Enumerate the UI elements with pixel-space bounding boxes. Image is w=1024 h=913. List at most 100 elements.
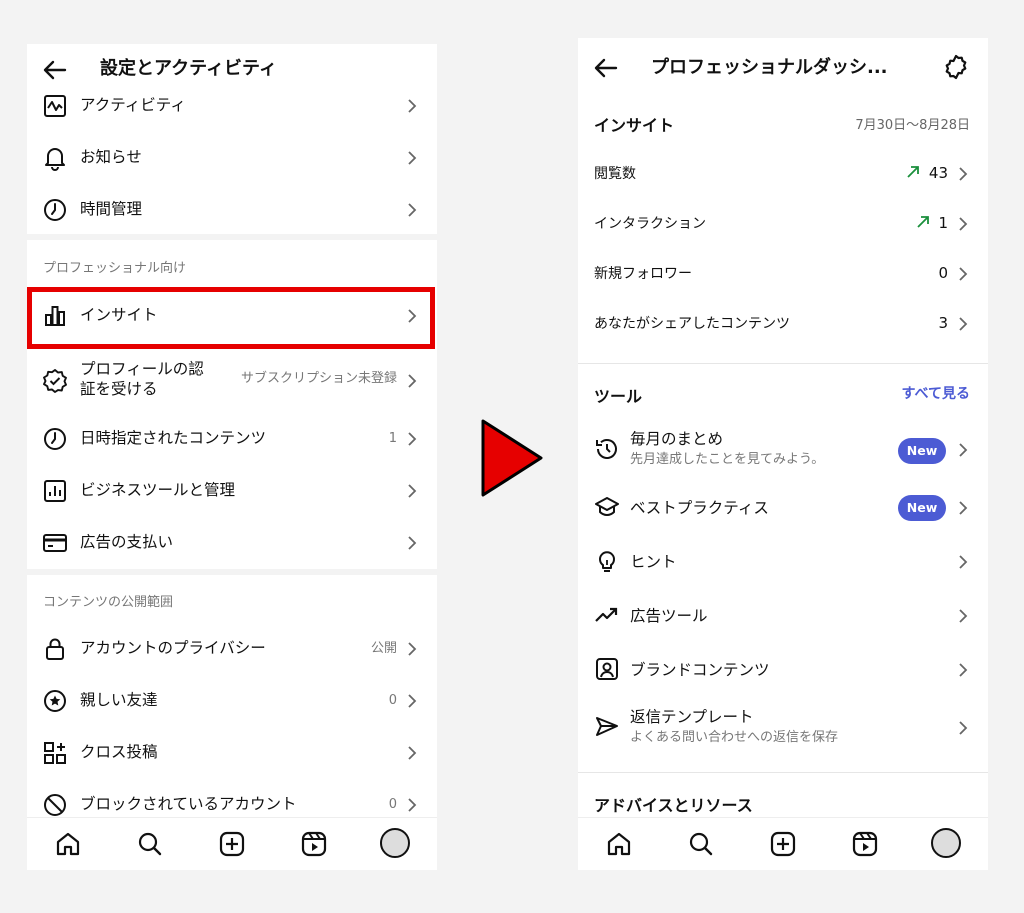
settings-row-account-privacy[interactable]: アカウントのプライバシー 公開 (27, 623, 437, 675)
star-circle-icon (44, 690, 66, 712)
tool-title: ベストプラクティス (630, 499, 769, 517)
create-post-icon[interactable] (769, 830, 797, 858)
settings-row-crosspost[interactable]: クロス投稿 (27, 727, 437, 779)
settings-screen: 設定とアクティビティ アクティビティ お知らせ 時間管理 プロフェッショナル向け… (27, 44, 437, 870)
tool-row-best-practices[interactable]: ベストプラクティス New (578, 480, 988, 536)
home-icon[interactable] (54, 830, 82, 858)
bottom-tab-bar (578, 817, 988, 870)
new-badge: New (898, 438, 946, 464)
section-heading-visibility: コンテンツの公開範囲 (43, 595, 174, 610)
back-arrow-icon[interactable] (592, 54, 620, 82)
section-divider (578, 772, 988, 773)
branded-content-icon (596, 658, 618, 680)
metric-value: 1 (938, 214, 948, 232)
section-divider (578, 363, 988, 364)
date-range[interactable]: 7月30日〜8月28日 (855, 114, 970, 133)
section-divider (27, 569, 437, 575)
advice-heading: アドバイスとリソース (594, 796, 753, 815)
chevron-right-icon (408, 798, 417, 812)
settings-row-label: 親しい友達 (80, 691, 158, 709)
chevron-right-icon (408, 694, 417, 708)
chevron-right-icon (959, 721, 968, 735)
settings-row-ad-payments[interactable]: 広告の支払い (27, 517, 437, 569)
settings-row-label: 広告の支払い (80, 533, 174, 551)
metric-row-views[interactable]: 閲覧数 43 (578, 149, 988, 199)
settings-row-label: ブロックされているアカウント (80, 795, 297, 813)
page-title: プロフェッショナルダッシ... (651, 57, 888, 78)
tool-row-saved-replies[interactable]: 返信テンプレート よくある問い合わせへの返信を保存 (578, 700, 988, 756)
reels-icon[interactable] (300, 830, 328, 858)
chevron-right-icon (408, 746, 417, 760)
settings-row-label: ビジネスツールと管理 (80, 481, 236, 499)
chevron-right-icon (408, 536, 417, 550)
metric-row-shared-content[interactable]: あなたがシェアしたコンテンツ 3 (578, 299, 988, 349)
section-divider (27, 234, 437, 240)
new-badge: New (898, 495, 946, 521)
tool-row-branded-content[interactable]: ブランドコンテンツ (578, 642, 988, 698)
tool-row-ad-tools[interactable]: 広告ツール (578, 588, 988, 644)
tool-subtitle: 先月達成したことを見てみよう。 (630, 452, 825, 467)
settings-row-label-line2: 証を受ける (80, 380, 158, 398)
search-icon[interactable] (687, 830, 715, 858)
settings-row-label: クロス投稿 (80, 743, 158, 761)
chevron-right-icon (959, 501, 968, 515)
see-all-link[interactable]: すべて見る (902, 383, 970, 403)
tool-title: 毎月のまとめ (630, 430, 724, 448)
trend-up-icon (907, 166, 919, 178)
settings-row-label-line1: プロフィールの認 (80, 360, 204, 378)
insights-highlight-box (27, 287, 435, 349)
home-icon[interactable] (605, 830, 633, 858)
metric-label: 新規フォロワー (594, 266, 692, 282)
dashboard-header: プロフェッショナルダッシ... (578, 38, 988, 96)
search-icon[interactable] (136, 830, 164, 858)
tool-title: ヒント (630, 553, 677, 571)
lock-icon (46, 638, 64, 660)
verified-badge-icon (43, 369, 67, 393)
trending-up-icon (595, 607, 618, 622)
chevron-right-icon (408, 203, 417, 217)
settings-row-activity[interactable]: アクティビティ (27, 80, 437, 132)
settings-row-value: 1 (388, 431, 397, 446)
chevron-right-icon (959, 555, 968, 569)
page-title: 設定とアクティビティ (100, 58, 277, 79)
settings-row-label: 時間管理 (80, 200, 143, 218)
reels-icon[interactable] (851, 830, 879, 858)
settings-row-business-tools[interactable]: ビジネスツールと管理 (27, 465, 437, 517)
chevron-right-icon (408, 432, 417, 446)
tool-subtitle: よくある問い合わせへの返信を保存 (630, 730, 839, 745)
grid-plus-icon (44, 742, 66, 764)
settings-row-label: アカウントのプライバシー (80, 639, 266, 657)
activity-chart-icon (44, 95, 66, 117)
graduation-cap-icon (595, 497, 619, 517)
history-clock-icon (596, 439, 617, 459)
settings-row-value: 0 (388, 797, 397, 812)
metric-value: 43 (928, 164, 948, 182)
tool-row-tips[interactable]: ヒント (578, 534, 988, 590)
profile-avatar-icon[interactable] (380, 828, 410, 858)
clock-icon (44, 428, 66, 450)
insights-heading: インサイト (594, 116, 675, 135)
metric-value: 3 (938, 314, 948, 332)
profile-avatar-icon[interactable] (931, 828, 961, 858)
tool-title: 返信テンプレート (630, 708, 754, 726)
chevron-right-icon (959, 317, 968, 331)
gear-icon[interactable] (942, 53, 970, 81)
settings-row-label: お知らせ (80, 148, 142, 166)
metric-row-new-followers[interactable]: 新規フォロワー 0 (578, 249, 988, 299)
bottom-tab-bar (27, 817, 437, 870)
chevron-right-icon (959, 217, 968, 231)
tool-row-monthly-recap[interactable]: 毎月のまとめ 先月達成したことを見てみよう。 New (578, 422, 988, 478)
tool-title: ブランドコンテンツ (630, 661, 770, 679)
settings-row-time-management[interactable]: 時間管理 (27, 184, 437, 236)
settings-row-value: 0 (388, 693, 397, 708)
settings-row-close-friends[interactable]: 親しい友達 0 (27, 675, 437, 727)
settings-row-notifications[interactable]: お知らせ (27, 132, 437, 184)
settings-row-verification[interactable]: プロフィールの認 証を受ける サブスクリプション未登録 (27, 352, 437, 410)
chevron-right-icon (959, 663, 968, 677)
create-post-icon[interactable] (218, 830, 246, 858)
settings-row-scheduled-content[interactable]: 日時指定されたコンテンツ 1 (27, 413, 437, 465)
clock-icon (44, 199, 66, 221)
metric-row-interactions[interactable]: インタラクション 1 (578, 199, 988, 249)
professional-dashboard-screen: プロフェッショナルダッシ... インサイト 7月30日〜8月28日 閲覧数 43… (578, 38, 988, 870)
chevron-right-icon (408, 484, 417, 498)
